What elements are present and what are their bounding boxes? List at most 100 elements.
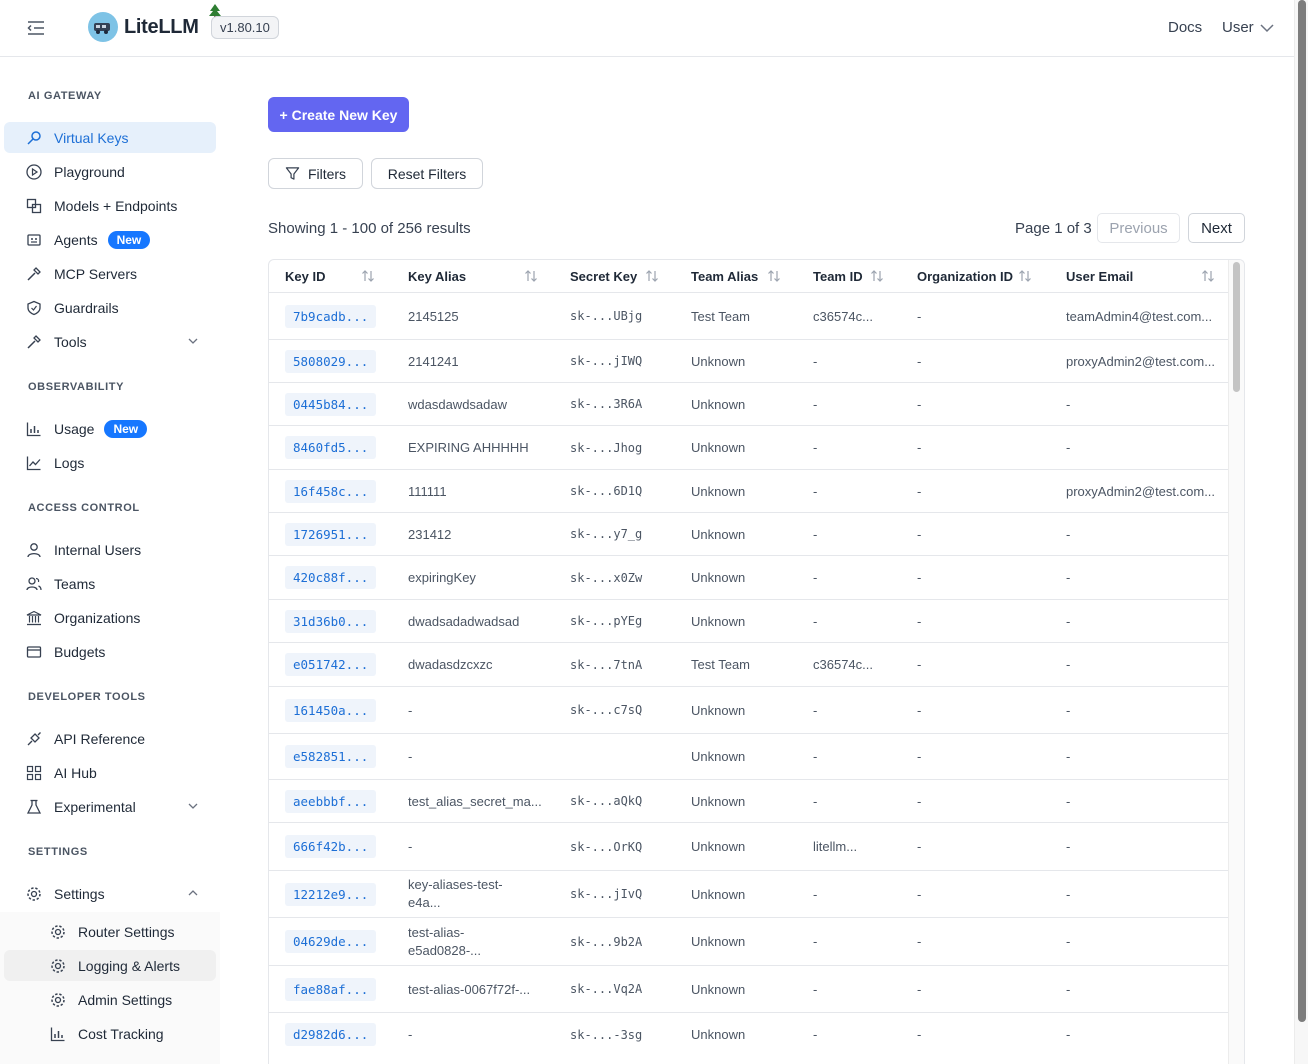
litellm-logo[interactable]: LiteLLM	[88, 12, 199, 42]
key-id-link[interactable]: 8460fd5...	[285, 436, 377, 459]
user-menu[interactable]: User	[1222, 19, 1274, 36]
key-id-link[interactable]: 5808029...	[285, 349, 377, 373]
column-header[interactable]: Key ID	[285, 260, 325, 292]
sort-icon[interactable]	[767, 269, 781, 283]
key-id-cell[interactable]: 420c88f...	[285, 556, 377, 599]
reset-filters-button[interactable]: Reset Filters	[371, 158, 483, 189]
key-id-cell[interactable]: 161450a...	[285, 687, 377, 733]
table-row[interactable]: 5808029... 2141241 sk-...jIWQ Unknown - - prox…	[269, 339, 1230, 382]
table-row[interactable]: 1726951... 231412 sk-...y7_g Unknown - - -	[269, 512, 1230, 555]
key-id-cell[interactable]: 5808029...	[285, 340, 377, 382]
key-id-cell[interactable]: d2982d6...	[285, 1013, 377, 1056]
table-scrollbar[interactable]	[1228, 260, 1244, 1064]
table-row[interactable]: 12212e9... key-aliases-test-e4a... sk-...j…	[269, 870, 1230, 917]
key-id-link[interactable]: 161450a...	[285, 698, 377, 722]
sidebar-item-mcp-servers[interactable]: MCP Servers	[4, 258, 216, 289]
key-id-cell[interactable]: 16f458c...	[285, 470, 377, 512]
table-row[interactable]: 31d36b0... dwadsadadwadsad sk-...pYEg Unkno…	[269, 599, 1230, 642]
sidebar-item-logs[interactable]: Logs	[4, 447, 216, 478]
key-id-link[interactable]: e582851...	[285, 745, 377, 768]
sidebar-item-teams[interactable]: Teams	[4, 568, 216, 599]
key-id-link[interactable]: e051742...	[285, 653, 377, 676]
create-new-key-button[interactable]: + Create New Key	[268, 97, 409, 132]
sidebar-item-experimental[interactable]: Experimental	[4, 791, 216, 822]
sidebar-item-organizations[interactable]: Organizations	[4, 602, 216, 633]
key-id-cell[interactable]: fae88af...	[285, 966, 377, 1012]
key-id-link[interactable]: 666f42b...	[285, 835, 377, 858]
sort-icon[interactable]	[361, 269, 375, 283]
sidebar-item-ai-hub[interactable]: AI Hub	[4, 757, 216, 788]
collapse-sidebar-icon[interactable]	[26, 18, 46, 38]
key-id-link[interactable]: 16f458c...	[285, 479, 377, 503]
sidebar-item-playground[interactable]: Playground	[4, 156, 216, 187]
sidebar-item-virtual-keys[interactable]: Virtual Keys	[4, 122, 216, 153]
sidebar-item-cost-tracking[interactable]: Cost Tracking	[4, 1018, 216, 1049]
column-header[interactable]: Team Alias	[691, 260, 758, 292]
key-id-link[interactable]: 7b9cadb...	[285, 304, 377, 328]
table-row[interactable]: d2982d6... - sk-...-3sg Unknown - - -	[269, 1012, 1230, 1056]
sort-icon[interactable]	[870, 269, 884, 283]
table-row[interactable]: 8460fd5... EXPIRING AHHHHH sk-...Jhog Unkno…	[269, 425, 1230, 469]
key-id-link[interactable]: 04629de...	[285, 930, 377, 953]
page-scrollbar[interactable]	[1294, 0, 1308, 1064]
table-row[interactable]: 161450a... - sk-...c7sQ Unknown - - -	[269, 686, 1230, 733]
key-id-cell[interactable]: e582851...	[285, 734, 377, 779]
key-id-cell[interactable]: aeebbbf...	[285, 780, 377, 822]
table-row[interactable]: 16f458c... 111111 sk-...6D1Q Unknown - - proxy…	[269, 469, 1230, 512]
next-button[interactable]: Next	[1188, 213, 1245, 243]
sidebar-item-admin-settings[interactable]: Admin Settings	[4, 984, 216, 1015]
key-id-cell[interactable]: 7b9cadb...	[285, 293, 377, 339]
key-id-link[interactable]: aeebbbf...	[285, 789, 377, 813]
page-scrollbar-thumb[interactable]	[1298, 0, 1306, 1022]
key-id-cell[interactable]: 12212e9...	[285, 871, 377, 917]
column-header[interactable]: Secret Key	[570, 260, 637, 292]
key-id-link[interactable]: 1726951...	[285, 522, 377, 546]
table-row[interactable]: fae88af... test-alias-0067f72f-... sk-...V…	[269, 965, 1230, 1012]
sidebar-item-budgets[interactable]: Budgets	[4, 636, 216, 667]
key-id-cell[interactable]: e051742...	[285, 643, 377, 686]
table-row[interactable]: 0445b84... wdasdawdsadaw sk-...3R6A Unknown…	[269, 382, 1230, 425]
sidebar-item-internal-users[interactable]: Internal Users	[4, 534, 216, 565]
sidebar-item-api-reference[interactable]: API Reference	[4, 723, 216, 754]
team-alias-cell: Unknown	[691, 780, 745, 822]
key-id-link[interactable]: d2982d6...	[285, 1023, 377, 1046]
key-id-cell[interactable]: 0445b84...	[285, 383, 377, 425]
key-id-link[interactable]: fae88af...	[285, 977, 377, 1001]
key-id-link[interactable]: 420c88f...	[285, 566, 377, 589]
table-row[interactable]: aeebbbf... test_alias_secret_ma... sk-...a…	[269, 779, 1230, 822]
sort-icon[interactable]	[1201, 269, 1215, 283]
key-id-cell[interactable]: 04629de...	[285, 918, 377, 965]
table-row[interactable]: e582851... - Unknown - - -	[269, 733, 1230, 779]
column-header[interactable]: Key Alias	[408, 260, 466, 292]
column-header[interactable]: Organization ID	[917, 260, 1013, 292]
previous-button[interactable]: Previous	[1097, 213, 1180, 243]
sort-icon[interactable]	[645, 269, 659, 283]
sidebar-item-settings[interactable]: Settings	[4, 878, 216, 909]
docs-link[interactable]: Docs	[1168, 19, 1202, 36]
sidebar-item-usage[interactable]: Usage New	[4, 413, 216, 444]
sort-icon[interactable]	[1018, 269, 1032, 283]
table-row[interactable]: 666f42b... - sk-...OrKQ Unknown litellm... - -	[269, 822, 1230, 870]
sidebar-item-router-settings[interactable]: Router Settings	[4, 916, 216, 947]
column-header[interactable]: User Email	[1066, 260, 1133, 292]
sidebar-item-guardrails[interactable]: Guardrails	[4, 292, 216, 323]
key-id-cell[interactable]: 31d36b0...	[285, 600, 377, 642]
sidebar-item-tools[interactable]: Tools	[4, 326, 216, 357]
table-row[interactable]: 7b9cadb... 2145125 sk-...UBjg Test Team c365…	[269, 292, 1230, 339]
table-scrollbar-thumb[interactable]	[1233, 262, 1240, 392]
key-id-cell[interactable]: 1726951...	[285, 513, 377, 555]
key-id-link[interactable]: 31d36b0...	[285, 609, 377, 633]
filters-button[interactable]: Filters	[268, 158, 363, 189]
sidebar-item-agents[interactable]: Agents New	[4, 224, 216, 255]
key-id-link[interactable]: 12212e9...	[285, 882, 377, 906]
key-id-cell[interactable]: 666f42b...	[285, 823, 377, 870]
sidebar-item-models[interactable]: Models + Endpoints	[4, 190, 216, 221]
column-header[interactable]: Team ID	[813, 260, 863, 292]
table-row[interactable]: 04629de... test-alias-e5ad0828-... sk-...9…	[269, 917, 1230, 965]
sort-icon[interactable]	[524, 269, 538, 283]
table-row[interactable]: e051742... dwadasdzcxzc sk-...7tnA Test Tea…	[269, 642, 1230, 686]
table-row[interactable]: 420c88f... expiringKey sk-...x0Zw Unknown - -…	[269, 555, 1230, 599]
key-id-link[interactable]: 0445b84...	[285, 392, 377, 416]
key-id-cell[interactable]: 8460fd5...	[285, 426, 377, 469]
sidebar-item-logging-alerts[interactable]: Logging & Alerts	[4, 950, 216, 981]
